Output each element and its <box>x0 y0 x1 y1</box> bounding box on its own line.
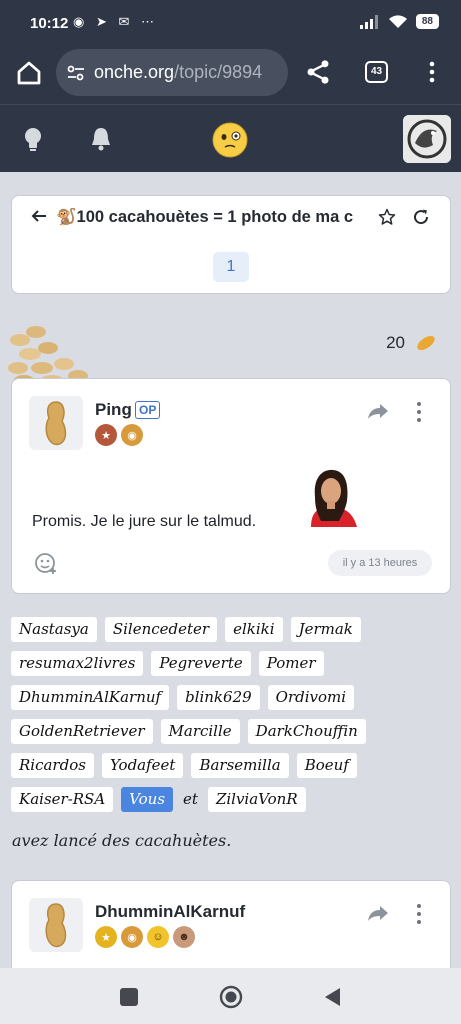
favorite-star-icon[interactable] <box>378 208 396 226</box>
you-chip[interactable]: Vous <box>121 787 174 812</box>
peanut-pile-icon <box>8 326 103 384</box>
launcher-chip[interactable]: DarkChouffin <box>247 719 366 744</box>
launcher-chip[interactable]: Silencedeter <box>104 617 218 642</box>
page-1-button[interactable]: 1 <box>213 252 249 282</box>
star-badge-icon: ★ <box>95 424 117 446</box>
peanut-icon <box>417 335 435 351</box>
launcher-chip[interactable]: Pegreverte <box>151 651 251 676</box>
topic-title[interactable]: 🐒100 cacahouètes = 1 photo de ma c <box>56 208 366 227</box>
home-icon[interactable] <box>14 58 44 88</box>
status-right: 88 <box>359 14 439 29</box>
site-settings-icon[interactable] <box>66 63 86 83</box>
author-badges: ★ ◉ ☺ ☻ <box>95 926 195 948</box>
launcher-chip[interactable]: Ordivomi <box>267 685 355 710</box>
conjunction-text: et <box>183 790 198 808</box>
reply-share-icon[interactable] <box>367 903 389 923</box>
status-time: 10:12 <box>30 15 69 32</box>
peanut-launchers-list: Nastasya Silencedeter elkiki Jermak resu… <box>11 617 451 812</box>
launcher-chip[interactable]: Yodafeet <box>101 753 184 778</box>
peanut-avatar-icon <box>45 401 67 446</box>
post-card: Ping OP ★ ◉ Promis. Je le jure sur le ta… <box>11 378 451 594</box>
launched-text: avez lancé des cacahuètes. <box>12 831 232 850</box>
launcher-chip[interactable]: Boeuf <box>296 753 357 778</box>
peanut-badge-icon: ◉ <box>121 424 143 446</box>
android-nav-bar <box>0 968 461 1024</box>
post-timestamp[interactable]: il y a 13 heures <box>328 550 432 576</box>
peanut-avatar-icon <box>45 903 67 948</box>
launcher-chip[interactable]: Nastasya <box>11 617 97 642</box>
url-host: onche.org <box>94 62 175 82</box>
address-bar[interactable]: onche.org/topic/9894 <box>56 49 288 96</box>
launcher-chip[interactable]: GoldenRetriever <box>11 719 153 744</box>
author-name[interactable]: Ping <box>95 400 132 420</box>
wifi-icon <box>388 14 407 28</box>
op-badge: OP <box>135 401 161 419</box>
back-triangle-icon[interactable] <box>322 986 342 1008</box>
post-menu-icon[interactable] <box>414 401 424 423</box>
peanut-counter: 20 <box>386 333 437 353</box>
launcher-chip[interactable]: Ricardos <box>11 753 94 778</box>
url-path: /topic/9894 <box>174 62 263 82</box>
launcher-chip[interactable]: resumax2livres <box>11 651 144 676</box>
launcher-chip[interactable]: DhumminAlKarnuf <box>11 685 170 710</box>
recents-button[interactable] <box>120 988 138 1006</box>
notification-icons: ◉ ➤ ✉ ⋯ <box>73 14 158 29</box>
home-circle-icon[interactable] <box>219 985 243 1009</box>
post-card: DhumminAlKarnuf ★ ◉ ☺ ☻ <box>11 880 451 980</box>
launcher-chip[interactable]: elkiki <box>225 617 283 642</box>
launcher-chip[interactable]: Barsemilla <box>191 753 289 778</box>
star-badge-icon: ★ <box>95 926 117 948</box>
browser-toolbar: onche.org/topic/9894 43 <box>0 46 461 104</box>
author-badges: ★ ◉ <box>95 424 143 446</box>
add-reaction-icon[interactable] <box>34 551 58 575</box>
lightbulb-icon[interactable] <box>22 126 44 152</box>
reply-share-icon[interactable] <box>367 401 389 421</box>
battery-level: 88 <box>415 14 439 29</box>
back-arrow-icon[interactable] <box>30 207 48 225</box>
browser-menu-icon[interactable] <box>424 60 440 84</box>
post-menu-icon[interactable] <box>414 903 424 925</box>
launcher-chip[interactable]: Jermak <box>290 617 361 642</box>
smile-badge-icon: ☺ <box>147 926 169 948</box>
author-name[interactable]: DhumminAlKarnuf <box>95 902 245 922</box>
peanut-count: 20 <box>386 333 405 352</box>
share-icon[interactable] <box>304 58 332 86</box>
refresh-icon[interactable] <box>412 208 430 226</box>
peanut-badge-icon: ◉ <box>121 926 143 948</box>
author-avatar[interactable] <box>29 898 83 952</box>
author-avatar[interactable] <box>29 396 83 450</box>
url-text: onche.org/topic/9894 <box>94 62 262 83</box>
topic-header-card: 🐒100 cacahouètes = 1 photo de ma c 1 <box>11 195 451 294</box>
dragon-avatar-icon <box>403 115 451 163</box>
bell-icon[interactable] <box>90 126 112 152</box>
launcher-chip[interactable]: ZilviaVonR <box>207 787 306 812</box>
launcher-chip[interactable]: Marcille <box>160 719 240 744</box>
site-header <box>0 104 461 172</box>
launcher-chip[interactable]: Kaiser-RSA <box>11 787 114 812</box>
onche-logo-icon[interactable] <box>212 122 248 158</box>
launcher-chip[interactable]: Pomer <box>258 651 324 676</box>
launcher-chip[interactable]: blink629 <box>177 685 260 710</box>
user-avatar[interactable] <box>403 115 451 163</box>
post-message: Promis. Je le jure sur le talmud. <box>32 513 257 530</box>
tab-switcher-button[interactable]: 43 <box>365 61 388 83</box>
status-bar: 10:12 ◉ ➤ ✉ ⋯ 88 <box>0 0 461 46</box>
signal-icon <box>359 14 378 29</box>
monkey-badge-icon: ☻ <box>173 926 195 948</box>
post-sticker-image[interactable] <box>301 467 361 527</box>
